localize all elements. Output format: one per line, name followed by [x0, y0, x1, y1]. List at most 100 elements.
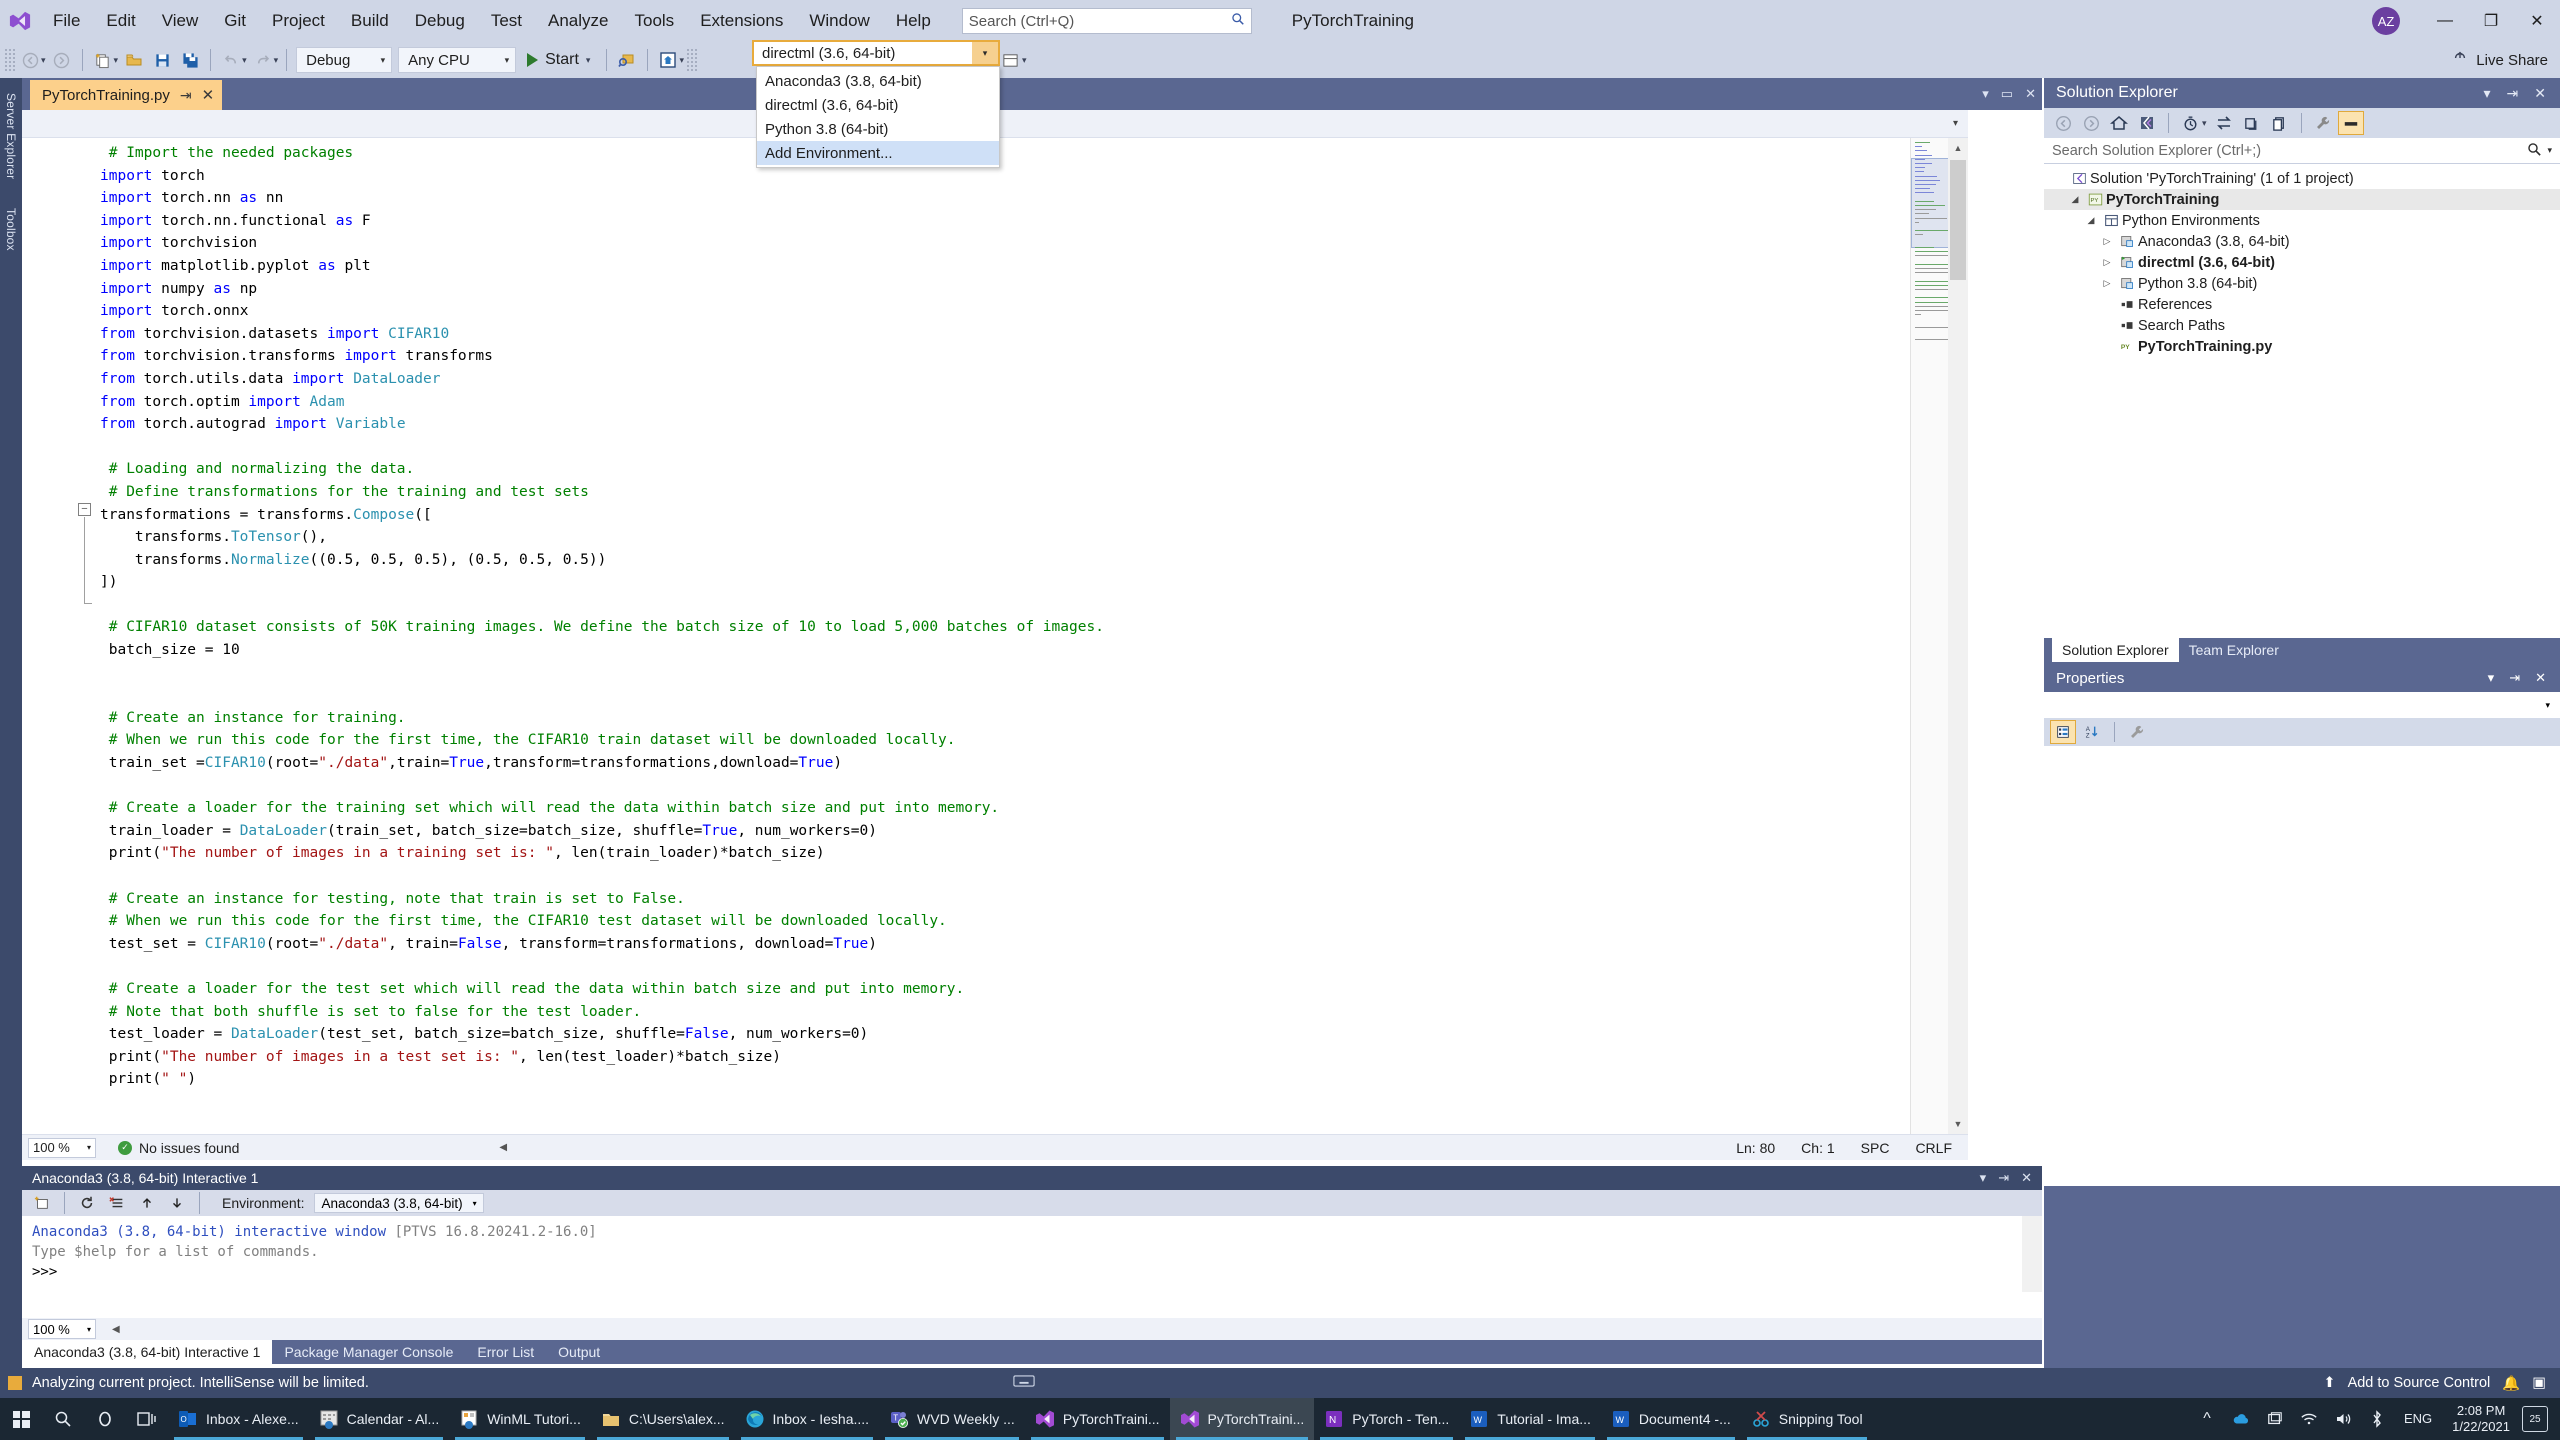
reset-interactive-icon[interactable]	[73, 1189, 101, 1217]
expander-icon[interactable]: ▷	[2098, 278, 2116, 289]
volume-icon[interactable]	[2328, 1398, 2358, 1440]
add-to-source-control-label[interactable]: Add to Source Control	[2348, 1375, 2491, 1391]
menu-project[interactable]: Project	[259, 0, 338, 42]
expander-icon[interactable]: ◢	[2082, 215, 2100, 226]
tree-item[interactable]: ◢ PY PyTorchTraining	[2044, 189, 2560, 210]
tab-list-dropdown-icon[interactable]: ▾	[1982, 86, 1989, 102]
interactive-scrollbar[interactable]	[2022, 1216, 2042, 1292]
taskbar-item[interactable]: W Document4 -...	[1601, 1398, 1741, 1440]
live-share-button[interactable]: Live Share	[2452, 50, 2548, 70]
close-button[interactable]: ✕	[2514, 0, 2560, 42]
preview-selected-items-icon[interactable]	[2337, 111, 2364, 135]
close-icon[interactable]: ✕	[2534, 85, 2546, 102]
clock[interactable]: 2:08 PM 1/22/2021	[2444, 1403, 2518, 1435]
window-layout-dropdown-icon[interactable]: ▾	[679, 55, 684, 66]
pending-changes-icon[interactable]	[2177, 111, 2203, 135]
toolbar-grip[interactable]	[4, 48, 16, 72]
bluetooth-icon[interactable]	[2362, 1398, 2392, 1440]
new-interactive-window-icon[interactable]	[28, 1189, 56, 1217]
attach-to-process-icon[interactable]	[613, 46, 641, 74]
menu-test[interactable]: Test	[478, 0, 535, 42]
env-option-anaconda3[interactable]: Anaconda3 (3.8, 64-bit)	[757, 69, 999, 93]
refresh-icon[interactable]	[2267, 111, 2293, 135]
solution-platform-combo[interactable]: Any CPU ▾	[398, 47, 517, 73]
tree-item[interactable]: PY PyTorchTraining.py	[2044, 336, 2560, 357]
menu-window[interactable]: Window	[796, 0, 882, 42]
tree-item[interactable]: ▷ directml (3.6, 64-bit)	[2044, 252, 2560, 273]
taskbar-item[interactable]: Snipping Tool	[1741, 1398, 1873, 1440]
chevron-down-icon[interactable]: ▾	[2488, 670, 2495, 686]
env-option-add-environment[interactable]: Add Environment...	[757, 141, 999, 165]
properties-object-select[interactable]: ▾	[2044, 692, 2560, 718]
pin-icon[interactable]: ⇥	[2507, 85, 2519, 102]
env-option-python38[interactable]: Python 3.8 (64-bit)	[757, 117, 999, 141]
navigate-forward-icon[interactable]	[48, 46, 76, 74]
tree-item[interactable]: ◢ Python Environments	[2044, 210, 2560, 231]
properties-wrench-icon[interactable]	[2310, 111, 2336, 135]
alphabetical-sort-icon[interactable]: AZ	[2079, 720, 2105, 744]
expander-icon[interactable]: ▷	[2098, 236, 2116, 247]
show-all-files-icon[interactable]	[2239, 111, 2265, 135]
python-environment-combo[interactable]: directml (3.6, 64-bit) ▾	[752, 40, 1000, 66]
tab-interactive[interactable]: Anaconda3 (3.8, 64-bit) Interactive 1	[22, 1340, 273, 1364]
menu-build[interactable]: Build	[338, 0, 402, 42]
task-view-icon[interactable]	[126, 1398, 168, 1440]
maximize-button[interactable]: ❐	[2468, 0, 2514, 42]
categorized-view-icon[interactable]	[2050, 720, 2076, 744]
scrollbar-thumb[interactable]	[1950, 160, 1966, 280]
redo-icon[interactable]	[249, 46, 277, 74]
home-icon[interactable]	[2106, 111, 2132, 135]
taskbar-item[interactable]: Inbox - Iesha....	[735, 1398, 880, 1440]
interactive-zoom-select[interactable]: 100 % ▾	[28, 1319, 96, 1339]
menu-debug[interactable]: Debug	[402, 0, 478, 42]
action-center-icon[interactable]	[2260, 1398, 2290, 1440]
new-project-icon[interactable]	[89, 46, 117, 74]
chevron-down-icon[interactable]: ▾	[2484, 85, 2491, 102]
close-icon[interactable]: ✕	[2535, 670, 2546, 686]
split-view-icon[interactable]: ▭	[2001, 86, 2013, 102]
tab-error-list[interactable]: Error List	[465, 1340, 546, 1364]
menu-tools[interactable]: Tools	[622, 0, 688, 42]
forward-icon[interactable]	[2078, 111, 2104, 135]
menu-git[interactable]: Git	[211, 0, 259, 42]
taskbar-item[interactable]: T WVD Weekly ...	[879, 1398, 1025, 1440]
taskbar-search-icon[interactable]	[42, 1398, 84, 1440]
taskbar-item[interactable]: C:\Users\alex...	[591, 1398, 735, 1440]
navigate-backward-icon[interactable]	[16, 46, 44, 74]
start-button[interactable]	[0, 1398, 42, 1440]
taskbar-item[interactable]: Calendar - Al...	[309, 1398, 450, 1440]
solution-configuration-combo[interactable]: Debug ▾	[296, 47, 393, 73]
notification-center-icon[interactable]: 25	[2522, 1406, 2548, 1432]
menu-extensions[interactable]: Extensions	[687, 0, 796, 42]
menu-analyze[interactable]: Analyze	[535, 0, 621, 42]
pin-icon[interactable]: ⇥	[180, 87, 192, 104]
taskbar-item[interactable]: PyTorchTraini...	[1025, 1398, 1170, 1440]
expander-icon[interactable]: ◢	[2066, 194, 2084, 205]
issues-status[interactable]: ✓ No issues found	[118, 1140, 239, 1156]
start-dropdown-icon[interactable]: ▾	[586, 55, 591, 66]
navigate-backward-dropdown-icon[interactable]: ▾	[41, 55, 46, 66]
language-indicator[interactable]: ENG	[2396, 1398, 2440, 1440]
close-document-icon[interactable]: ✕	[2025, 86, 2036, 102]
clear-interactive-icon[interactable]	[103, 1189, 131, 1217]
editor-zoom-select[interactable]: 100 % ▾	[28, 1137, 96, 1158]
tab-package-manager-console[interactable]: Package Manager Console	[272, 1340, 465, 1364]
env-option-directml[interactable]: directml (3.6, 64-bit)	[757, 93, 999, 117]
account-avatar[interactable]: AZ	[2372, 7, 2400, 35]
interactive-scroll-left-icon[interactable]: ◀	[112, 1324, 120, 1335]
scroll-down-icon[interactable]: ▼	[1948, 1114, 1968, 1134]
tool-window-dropdown-icon[interactable]: ▾	[1022, 55, 1027, 66]
navbar-dropdown-icon[interactable]: ▾	[1953, 118, 1958, 129]
undo-icon[interactable]	[217, 46, 245, 74]
feedback-icon[interactable]: ▣	[2532, 1375, 2546, 1391]
save-icon[interactable]	[148, 46, 176, 74]
minimize-button[interactable]: —	[2422, 0, 2468, 42]
tree-item[interactable]: ▷ Anaconda3 (3.8, 64-bit)	[2044, 231, 2560, 252]
solution-explorer-search[interactable]: Search Solution Explorer (Ctrl+;) ▾	[2044, 138, 2560, 164]
back-icon[interactable]	[2050, 111, 2076, 135]
undo-dropdown-icon[interactable]: ▾	[242, 55, 247, 66]
close-icon[interactable]: ✕	[202, 86, 215, 104]
menu-file[interactable]: File	[40, 0, 93, 42]
taskbar-item[interactable]: WinML Tutori...	[449, 1398, 591, 1440]
taskbar-item[interactable]: N PyTorch - Ten...	[1314, 1398, 1459, 1440]
